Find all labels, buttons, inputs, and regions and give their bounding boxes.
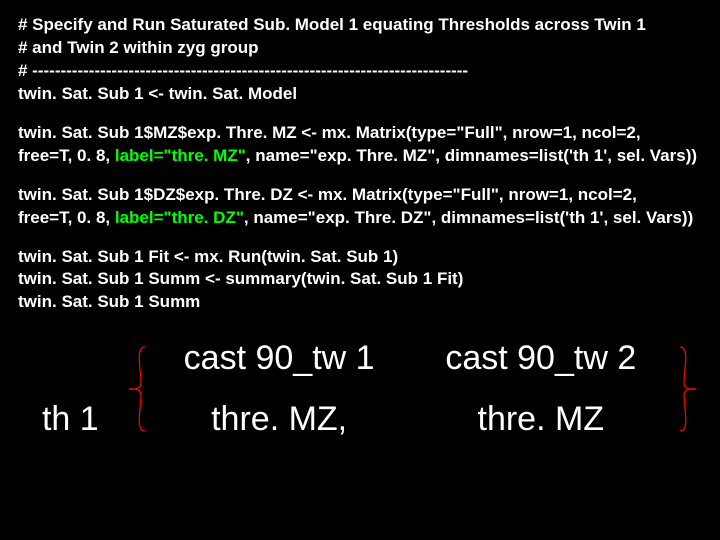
row-label-th1: th 1 [42,400,99,439]
code-summary-assign: twin. Sat. Sub 1 Summ <- summary(twin. S… [18,268,702,291]
code-mz-line1: twin. Sat. Sub 1$MZ$exp. Thre. MZ <- mx.… [18,122,702,145]
code-dz-pre: free=T, 0. 8, [18,208,115,227]
right-brace-icon [674,339,702,439]
left-brace-icon [123,339,151,439]
code-mz-pre: free=T, 0. 8, [18,146,115,165]
right-brace-col [674,339,702,439]
cell-value-tw1: thre. MZ, [211,400,347,439]
code-dz-line1: twin. Sat. Sub 1$DZ$exp. Thre. DZ <- mx.… [18,184,702,207]
code-mz-post: , name="exp. Thre. MZ", dimnames=list('t… [246,146,697,165]
column-tw2: cast 90_tw 2 thre. MZ [408,339,674,439]
slide: # Specify and Run Saturated Sub. Model 1… [0,0,720,453]
code-assign-model: twin. Sat. Sub 1 <- twin. Sat. Model [18,83,702,106]
code-comment-1: # Specify and Run Saturated Sub. Model 1… [18,14,702,37]
code-dz-post: , name="exp. Thre. DZ", dimnames=list('t… [244,208,693,227]
cell-value-tw2: thre. MZ [478,400,605,439]
code-summary-print: twin. Sat. Sub 1 Summ [18,291,702,314]
col-header-tw1: cast 90_tw 1 [184,339,375,378]
code-fit: twin. Sat. Sub 1 Fit <- mx. Run(twin. Sa… [18,246,702,269]
code-dz-label: label="thre. DZ" [115,208,244,227]
left-brace-col [123,339,151,439]
code-mz-label: label="thre. MZ" [115,146,246,165]
column-tw1: cast 90_tw 1 thre. MZ, [151,339,408,439]
code-comment-divider: # --------------------------------------… [18,60,702,83]
row-header-col: th 1 [18,338,123,439]
code-mz-line2: free=T, 0. 8, label="thre. MZ", name="ex… [18,145,702,168]
threshold-diagram: th 1 cast 90_tw 1 thre. MZ, cast 90_tw 2… [18,338,702,439]
col-header-tw2: cast 90_tw 2 [445,339,636,378]
code-comment-2: # and Twin 2 within zyg group [18,37,702,60]
code-dz-line2: free=T, 0. 8, label="thre. DZ", name="ex… [18,207,702,230]
